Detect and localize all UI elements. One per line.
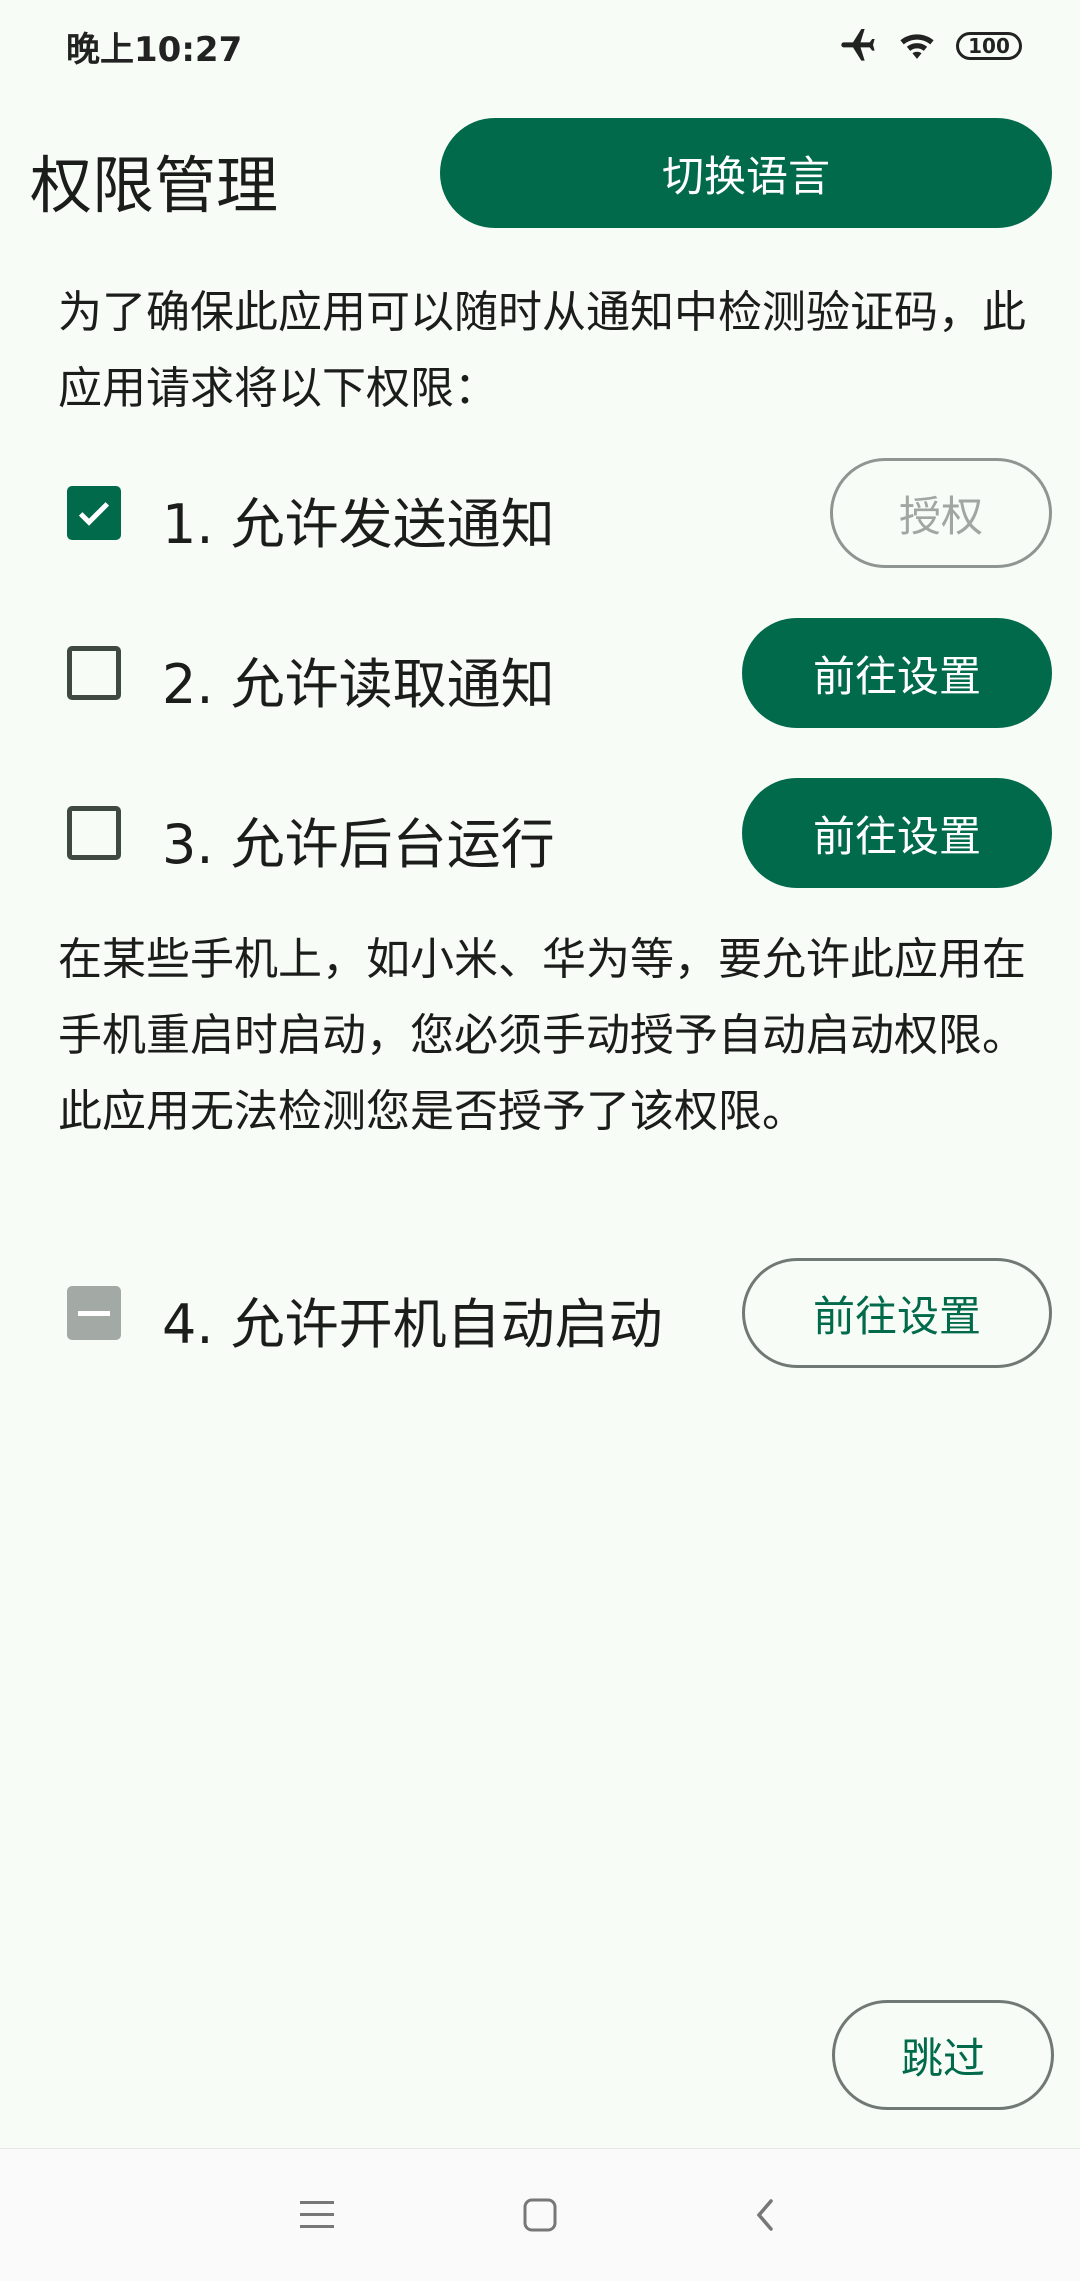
status-bar: 晚上10:27 100 xyxy=(0,0,1080,90)
indeterminate-dash-icon xyxy=(78,1310,110,1316)
permission-row-send-notifications: 1. 允许发送通知 授权 xyxy=(0,458,1080,568)
checkbox-read-notifications[interactable] xyxy=(67,646,121,700)
checkbox-autostart[interactable] xyxy=(67,1286,121,1340)
permission-label: 2. 允许读取通知 xyxy=(162,653,555,716)
back-icon[interactable] xyxy=(736,2185,796,2245)
menu-icon[interactable] xyxy=(287,2185,347,2245)
switch-language-button[interactable]: 切换语言 xyxy=(440,118,1052,228)
navigation-bar xyxy=(0,2148,1080,2281)
wifi-icon xyxy=(896,26,938,66)
autostart-note-text: 在某些手机上，如小米、华为等，要允许此应用在手机重启时启动，您必须手动授予自动启… xyxy=(58,934,1026,1137)
go-to-settings-button[interactable]: 前往设置 xyxy=(742,778,1052,888)
airplane-icon xyxy=(838,24,878,68)
skip-button[interactable]: 跳过 xyxy=(832,2000,1054,2110)
go-to-settings-button[interactable]: 前往设置 xyxy=(742,618,1052,728)
permission-label: 1. 允许发送通知 xyxy=(162,493,555,556)
home-icon[interactable] xyxy=(510,2185,570,2245)
permission-label: 3. 允许后台运行 xyxy=(162,813,555,876)
checkbox-background-run[interactable] xyxy=(67,806,121,860)
grant-button[interactable]: 授权 xyxy=(830,458,1052,568)
permission-label: 4. 允许开机自动启动 xyxy=(162,1293,663,1356)
permission-row-autostart: 4. 允许开机自动启动 前往设置 xyxy=(0,1258,1080,1368)
status-time: 晚上10:27 xyxy=(66,30,243,70)
status-icons: 100 xyxy=(838,24,1022,68)
header: 权限管理 切换语言 xyxy=(0,115,1080,230)
checkmark-icon xyxy=(78,502,110,526)
permission-row-background-run: 3. 允许后台运行 前往设置 xyxy=(0,778,1080,888)
permission-row-read-notifications: 2. 允许读取通知 前往设置 xyxy=(0,618,1080,728)
checkbox-send-notifications[interactable] xyxy=(67,486,121,540)
page-title: 权限管理 xyxy=(30,149,279,222)
go-to-settings-button[interactable]: 前往设置 xyxy=(742,1258,1052,1368)
battery-icon: 100 xyxy=(956,32,1022,60)
intro-text: 为了确保此应用可以随时从通知中检测验证码，此应用请求将以下权限： xyxy=(58,287,1026,414)
